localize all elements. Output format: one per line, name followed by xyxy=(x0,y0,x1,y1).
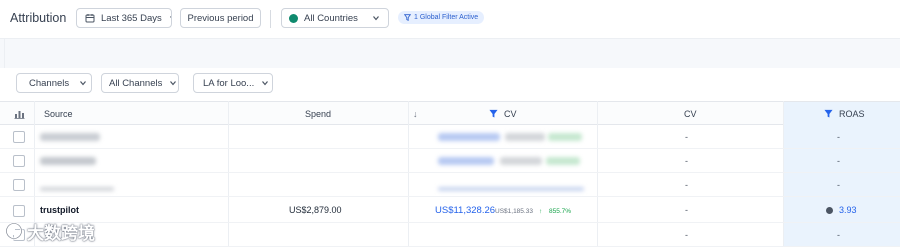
watermark-logo-icon xyxy=(4,221,24,241)
row-checkbox[interactable] xyxy=(13,179,25,191)
table-row[interactable]: - - xyxy=(0,223,900,247)
roas-cell: - xyxy=(837,180,840,190)
watermark: 大数跨境 xyxy=(4,219,95,243)
cv-cell: - xyxy=(685,156,688,166)
attribution-model-dropdown[interactable]: LA for Loo... xyxy=(193,73,273,93)
column-header-cv-filtered[interactable]: CV xyxy=(489,102,517,125)
obscured-cv-change xyxy=(548,133,582,141)
group-by-dropdown[interactable]: Channels xyxy=(16,73,92,93)
date-range-label: Last 365 Days xyxy=(101,12,162,24)
obscured-source xyxy=(40,157,96,165)
table-row[interactable]: trustpilot US$2,879.00 US$11,328.26 US$1… xyxy=(0,197,900,223)
global-filter-label: 1 Global Filter Active xyxy=(414,14,479,21)
bar-chart-icon xyxy=(14,108,25,119)
watermark-text: 大数跨境 xyxy=(27,223,95,243)
column-header-spend[interactable]: Spend xyxy=(305,102,331,125)
section-gap xyxy=(0,38,900,69)
obscured-cv-prev xyxy=(500,157,542,165)
table-header: Source Spend ↓ CV CV ROAS xyxy=(0,101,900,126)
row-checkbox[interactable] xyxy=(13,205,25,217)
spend-cell: US$2,879.00 xyxy=(289,205,342,215)
roas-cell: - xyxy=(837,156,840,166)
obscured-cv-value xyxy=(438,187,584,191)
chevron-down-icon xyxy=(168,78,178,88)
panel-edge xyxy=(4,39,896,69)
cv-cell: - xyxy=(685,180,688,190)
chevron-down-icon xyxy=(260,78,270,88)
channels-dropdown[interactable]: All Channels xyxy=(101,73,179,93)
roas-cell: 3.93 xyxy=(826,198,857,222)
row-checkbox[interactable] xyxy=(13,155,25,167)
roas-cell: - xyxy=(837,132,840,142)
channels-label: All Channels xyxy=(109,77,163,89)
obscured-cv-change xyxy=(546,157,580,165)
filter-icon xyxy=(489,109,498,118)
column-header-cv[interactable]: CV xyxy=(684,102,697,125)
cv-filtered-label: CV xyxy=(504,108,517,119)
obscured-cv-value xyxy=(438,133,500,141)
table-filter-bar: Channels All Channels LA for Loo... xyxy=(0,68,900,101)
column-settings-button[interactable] xyxy=(14,102,25,125)
filter-icon xyxy=(824,109,833,118)
obscured-source xyxy=(40,133,100,141)
roas-label: ROAS xyxy=(839,108,865,119)
date-range-dropdown[interactable]: Last 365 Days xyxy=(76,8,172,28)
roas-value: 3.93 xyxy=(839,205,857,215)
country-dropdown[interactable]: All Countries xyxy=(281,8,389,28)
cv-value-cell: US$11,328.26 xyxy=(435,204,496,216)
group-by-label: Channels xyxy=(29,77,70,89)
globe-icon xyxy=(289,13,298,23)
toolbar-divider xyxy=(270,10,271,28)
compare-period-button[interactable]: Previous period xyxy=(180,8,261,28)
table-row[interactable]: - - xyxy=(0,149,900,173)
calendar-icon xyxy=(85,13,95,23)
country-label: All Countries xyxy=(304,12,358,24)
cv-cell: - xyxy=(685,230,688,240)
table-row[interactable]: - - xyxy=(0,125,900,149)
page-title: Attribution xyxy=(10,11,67,25)
obscured-cv-prev xyxy=(505,133,545,141)
attribution-header: Attribution Last 365 Days Previous perio… xyxy=(0,0,900,38)
sort-descending-icon[interactable]: ↓ xyxy=(413,102,418,125)
chevron-down-icon xyxy=(78,78,88,88)
cv-change-up-icon: ↑ xyxy=(539,207,543,215)
compare-period-label: Previous period xyxy=(187,12,254,24)
roas-cell: - xyxy=(837,230,840,240)
obscured-cv-value xyxy=(438,157,494,165)
attribution-model-label: LA for Loo... xyxy=(203,77,255,89)
cv-cell: - xyxy=(685,132,688,142)
obscured-source xyxy=(40,187,114,191)
row-checkbox[interactable] xyxy=(13,131,25,143)
attribution-table: Source Spend ↓ CV CV ROAS - - - - - - tr… xyxy=(0,101,900,247)
cv-change-value: 855.7% xyxy=(549,207,572,215)
cv-cell: - xyxy=(685,205,688,215)
roas-status-dot xyxy=(826,206,833,214)
chevron-down-icon xyxy=(371,13,381,23)
column-header-roas[interactable]: ROAS xyxy=(824,102,865,125)
table-row[interactable]: - - xyxy=(0,173,900,197)
filter-icon xyxy=(404,14,411,21)
global-filter-badge[interactable]: 1 Global Filter Active xyxy=(398,11,485,24)
cv-prev-value: US$1,185.33 xyxy=(495,207,533,215)
column-header-source[interactable]: Source xyxy=(44,102,73,125)
chevron-down-icon xyxy=(168,13,171,23)
